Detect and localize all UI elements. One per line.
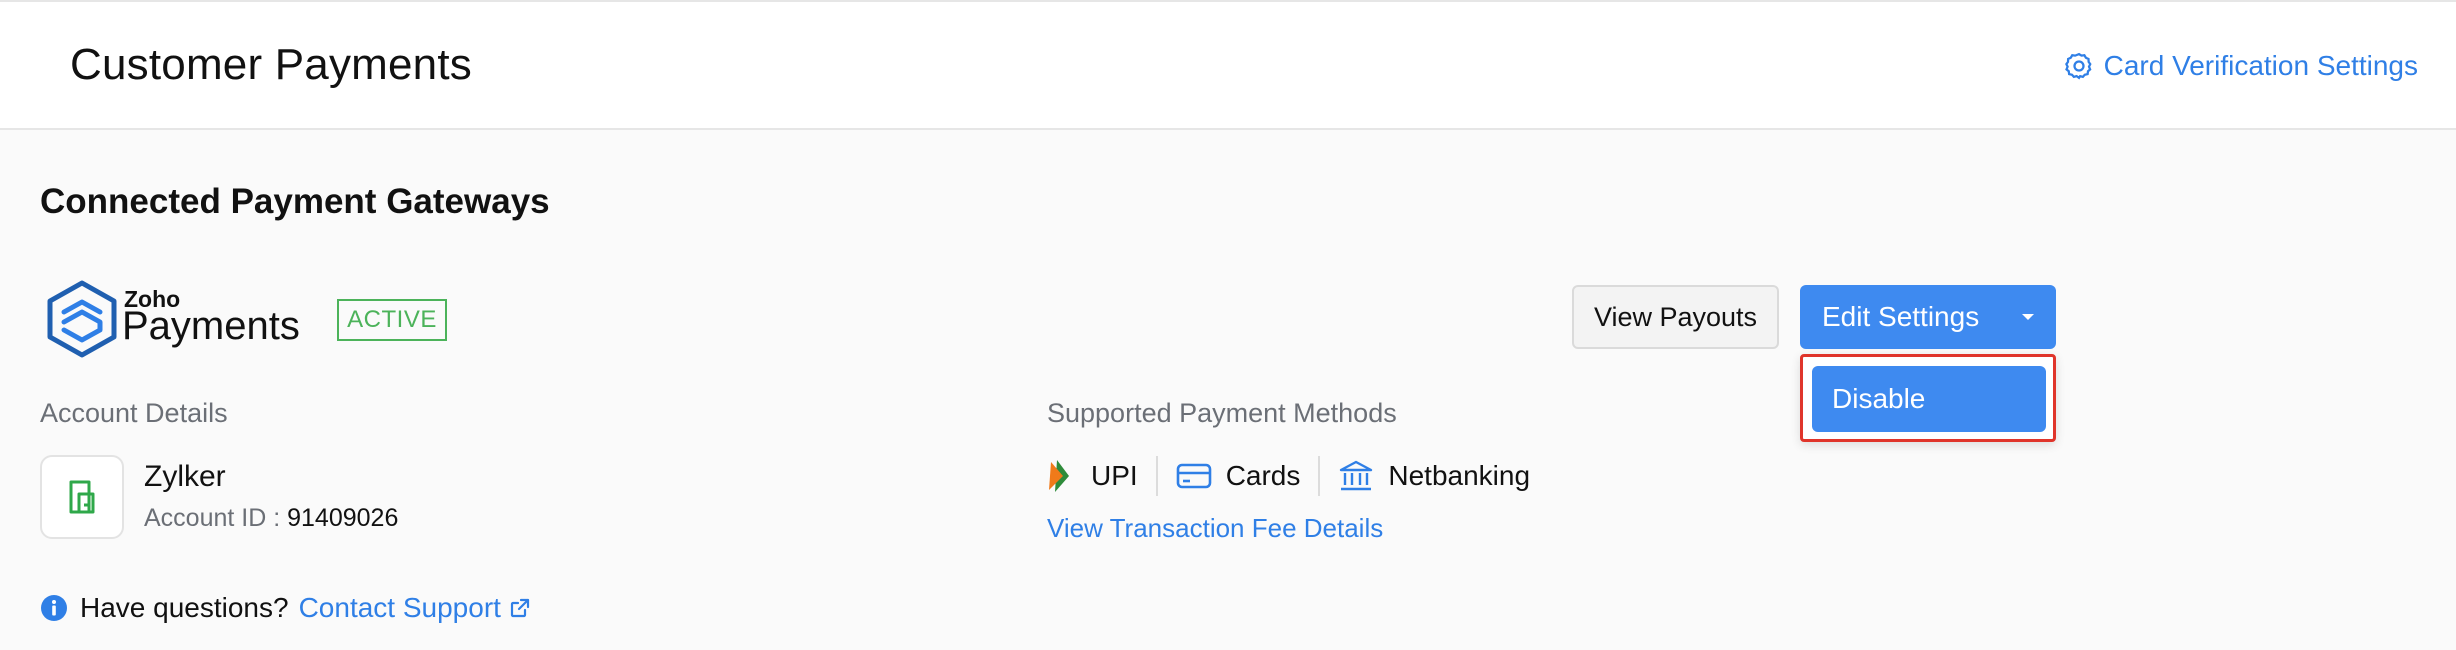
bank-icon	[1340, 460, 1373, 491]
upi-icon	[1049, 460, 1069, 492]
method-netbanking: Netbanking	[1338, 459, 1530, 493]
external-link-icon	[510, 598, 530, 618]
contact-support-label: Contact Support	[298, 592, 501, 623]
status-badge: ACTIVE	[337, 299, 447, 341]
contact-support-link[interactable]: Contact Support	[299, 592, 531, 624]
gear-icon	[2064, 52, 2092, 80]
page-header: Customer Payments Card Verification Sett…	[0, 0, 2456, 130]
account-details-label: Account Details	[40, 398, 228, 428]
method-netbanking-label: Netbanking	[1388, 460, 1531, 491]
help-row: Have questions? Contact Support	[40, 592, 531, 624]
gateways-section: Connected Payment Gateways Zoho Payments…	[0, 132, 2456, 650]
info-icon	[41, 595, 67, 621]
method-cards-label: Cards	[1225, 460, 1301, 491]
view-payouts-button[interactable]: View Payouts	[1572, 285, 1779, 349]
disable-menu-item[interactable]: Disable	[1812, 366, 2046, 432]
section-title: Connected Payment Gateways	[40, 182, 550, 221]
gateway-brand-name: Payments	[122, 304, 300, 348]
building-icon	[69, 480, 95, 514]
view-transaction-fee-link[interactable]: View Transaction Fee Details	[1047, 513, 1383, 544]
method-upi: UPI	[1047, 458, 1138, 494]
supported-methods-label: Supported Payment Methods	[1047, 398, 1397, 428]
edit-settings-button[interactable]: Edit Settings	[1800, 285, 2056, 349]
zoho-payments-logo-icon	[47, 280, 117, 358]
method-upi-label: UPI	[1091, 460, 1138, 491]
help-question: Have questions?	[80, 592, 289, 623]
page-title: Customer Payments	[70, 40, 472, 89]
edit-settings-dropdown-menu: Disable	[1800, 354, 2056, 442]
divider	[1318, 456, 1321, 496]
account-id-label: Account ID :	[144, 504, 281, 532]
edit-settings-dropdown-toggle[interactable]	[2000, 285, 2056, 349]
customer-payments-page: Customer Payments Card Verification Sett…	[0, 0, 2456, 650]
payment-methods-list: UPI Cards Netbanking	[1047, 454, 1530, 498]
account-id: Account ID : 91409026	[144, 504, 398, 533]
method-cards: Cards	[1176, 460, 1301, 492]
account-id-value: 91409026	[287, 504, 399, 532]
caret-down-icon	[2022, 314, 2034, 320]
divider	[1155, 456, 1158, 496]
edit-settings-label: Edit Settings	[1822, 301, 1980, 332]
card-verification-settings-link[interactable]: Card Verification Settings	[2064, 50, 2418, 82]
card-verification-settings-label: Card Verification Settings	[2103, 50, 2418, 81]
account-icon	[40, 455, 124, 539]
credit-card-icon	[1176, 463, 1211, 489]
account-name: Zylker	[144, 460, 226, 493]
